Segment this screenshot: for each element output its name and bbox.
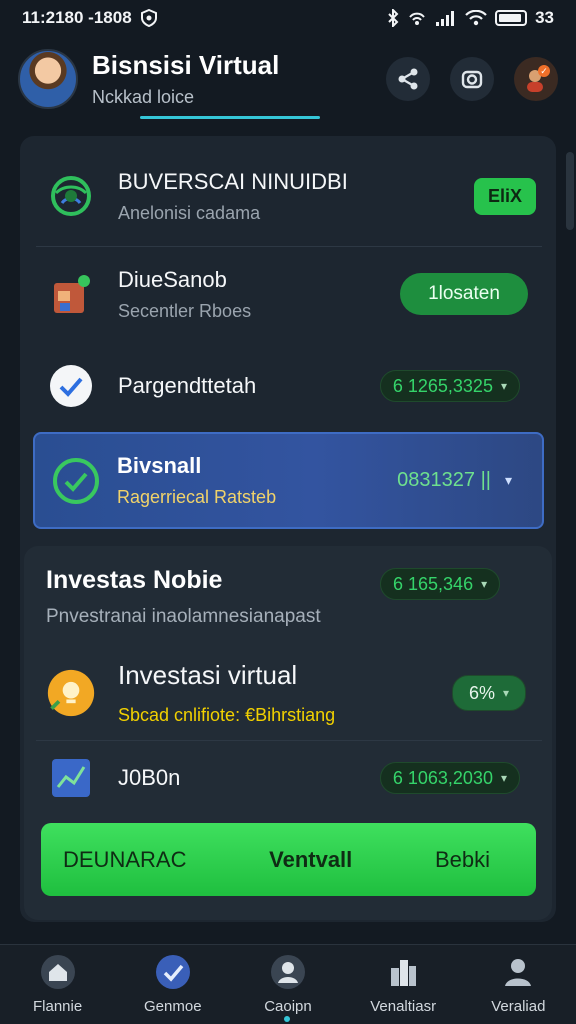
status-bar: 11:2180 -1808 33	[0, 0, 576, 36]
scrollbar[interactable]	[566, 152, 574, 230]
nav-label: Genmoe	[144, 998, 202, 1015]
update-button[interactable]: 1losaten	[400, 273, 528, 315]
nav-item-venaltiasr[interactable]: Venaltiasr	[353, 954, 453, 1015]
chevron-down-icon: ▾	[500, 379, 507, 393]
nav-label: Veraliad	[491, 998, 546, 1015]
list-item-diuesanob[interactable]: DiueSanob Secentler Rboes 1losaten	[20, 248, 556, 340]
buildings-icon	[391, 960, 417, 986]
value-chip[interactable]: 6 1265,3325 ▾	[379, 370, 520, 402]
wifi-icon	[465, 10, 487, 26]
row-subtitle: Anelonisi cadama	[118, 202, 261, 223]
section-subtitle: Pnvestranai inaolamnesianapast	[46, 606, 321, 627]
profile-icon	[505, 959, 532, 986]
bluetooth-icon	[387, 9, 399, 27]
chevron-down-icon[interactable]: ▾	[505, 472, 512, 489]
divider	[36, 246, 542, 247]
chevron-down-icon: ▾	[502, 686, 509, 700]
value-chip[interactable]: 6 1063,2030 ▾	[379, 762, 520, 794]
row-title: Bivsnall	[117, 453, 202, 478]
list-item-pargendttetah[interactable]: Pargendttetah 6 1265,3325 ▾	[20, 356, 556, 416]
row-value: 0831327 ||	[397, 469, 491, 491]
chart-card-icon	[46, 753, 96, 803]
avatar[interactable]	[18, 49, 78, 109]
home-icon	[40, 955, 75, 989]
chip-value: 6 1265,3325	[392, 375, 493, 396]
list-item-buversci[interactable]: BUVERSCAI NINUIDBI Anelonisi cadama EliX	[20, 148, 556, 244]
shop-icon	[46, 269, 96, 319]
row-subtitle: Ragerriecal Ratsteb	[117, 487, 277, 507]
user-notification-icon: ✓	[527, 65, 550, 92]
app-header: Bisnsisi Virtual Nckkad loice ✓	[0, 36, 576, 122]
share-button[interactable]	[386, 57, 430, 101]
globe-icon	[46, 171, 96, 221]
hotspot-icon	[407, 9, 427, 27]
nav-item-genmoe[interactable]: Genmoe	[123, 954, 223, 1015]
cta-center-label: Ventvall	[269, 846, 353, 872]
notification-avatar-button[interactable]: ✓	[514, 57, 558, 101]
camera-button[interactable]	[450, 57, 494, 101]
battery-icon	[495, 10, 528, 26]
chevron-down-icon: ▾	[481, 577, 488, 591]
nav-item-veraliad[interactable]: Veraliad	[468, 954, 568, 1015]
cta-left-label: DEUNARAC	[63, 846, 187, 872]
check-circle-icon	[155, 955, 190, 989]
status-time: 11:2180 -1808	[22, 8, 132, 27]
nav-label: Caoipn	[264, 998, 312, 1015]
row-title: Investasi virtual	[118, 660, 298, 690]
row-title: J0B0n	[118, 765, 181, 790]
header-actions: ✓	[386, 57, 558, 101]
divider	[36, 740, 542, 741]
lightbulb-icon	[46, 668, 96, 718]
row-title: DiueSanob	[118, 266, 227, 292]
header-tab-indicator	[140, 116, 320, 119]
exit-button[interactable]: EliX	[473, 177, 536, 215]
list-item-investasi-virtual[interactable]: Investasi virtual Sbcad cnlifiote: €Bihr…	[20, 646, 556, 740]
chip-value: 6%	[468, 682, 495, 703]
chip-value: 6 165,346	[393, 573, 474, 594]
row-subtitle: Sbcad cnlifiote: €Bihrstiang	[118, 705, 336, 725]
list-item-bivsnall-selected[interactable]: Bivsnall Ragerriecal Ratsteb 0831327 || …	[33, 432, 544, 529]
row-subtitle: Secentler Rboes	[118, 300, 252, 321]
percent-chip[interactable]: 6% ▾	[451, 675, 526, 711]
bottom-navigation: Flannie Genmoe Caoipn Venaltiasr Veralia…	[0, 944, 576, 1024]
page-subtitle: Nckkad loice	[92, 87, 195, 107]
cta-right-label: Bebki	[434, 846, 490, 872]
status-battery-text: 33	[535, 8, 554, 27]
primary-action-button[interactable]: DEUNARAC Ventvall Bebki	[41, 823, 536, 896]
row-title: Pargendttetah	[118, 373, 257, 398]
chip-value: 6 1063,2030	[392, 767, 493, 788]
camera-icon	[461, 70, 483, 89]
section-title: Investas Nobie	[46, 566, 223, 594]
nav-label: Flannie	[32, 998, 83, 1015]
list-item-j0b0n[interactable]: J0B0n 6 1063,2030 ▾	[20, 748, 556, 808]
page-title: Bisnsisi Virtual	[92, 50, 280, 80]
signal-icon	[435, 10, 457, 26]
check-badge-icon	[46, 361, 96, 411]
check-circle-icon	[51, 456, 101, 506]
shield-icon	[140, 9, 158, 27]
section-value-chip[interactable]: 6 165,346 ▾	[380, 568, 501, 600]
share-icon	[398, 68, 418, 90]
chevron-down-icon: ▾	[500, 771, 507, 785]
header-text: Bisnsisi Virtual Nckkad loice	[92, 50, 386, 108]
user-face-icon	[270, 955, 305, 989]
row-title: BUVERSCAI NINUIDBI	[118, 168, 348, 194]
nav-item-home[interactable]: Flannie	[8, 954, 108, 1015]
active-nav-indicator	[284, 1016, 290, 1022]
nav-item-caoipn[interactable]: Caoipn	[238, 954, 338, 1015]
nav-label: Venaltiasr	[370, 998, 437, 1015]
svg-text:✓: ✓	[540, 66, 548, 76]
